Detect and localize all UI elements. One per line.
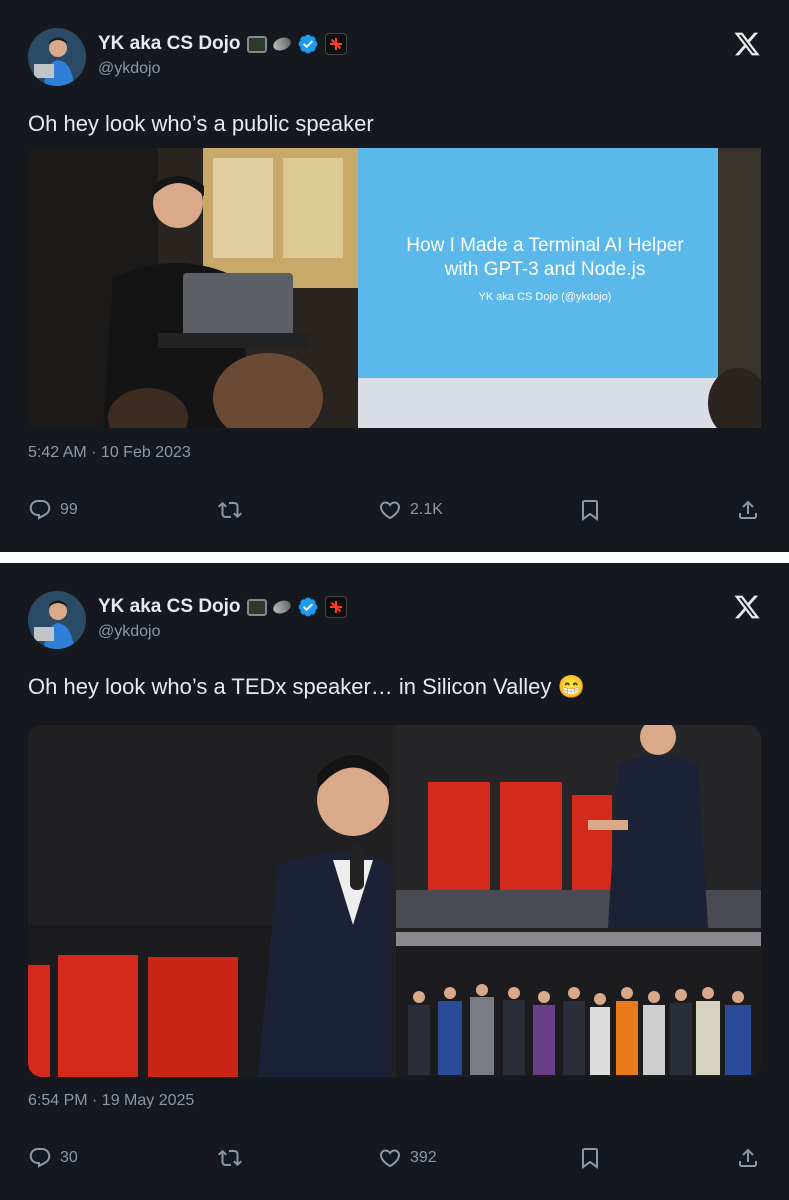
affiliate-badge-icon[interactable] bbox=[324, 596, 347, 618]
retweet-icon bbox=[218, 501, 242, 519]
photo-1[interactable] bbox=[28, 725, 392, 1077]
tweet-photo-grid bbox=[28, 725, 761, 1077]
author-name[interactable]: YK aka CS Dojo bbox=[98, 33, 241, 55]
reply-button[interactable]: 99 bbox=[28, 498, 78, 522]
like-count: 2.1K bbox=[410, 501, 443, 518]
avatar[interactable] bbox=[28, 591, 86, 649]
satellite-emoji-icon bbox=[271, 598, 293, 616]
tv-emoji-icon bbox=[246, 598, 267, 616]
reply-button[interactable]: 30 bbox=[28, 1146, 78, 1170]
tweet-timestamp[interactable]: 5:42 AM · 10 Feb 2023 bbox=[28, 444, 191, 462]
tweet-text: Oh hey look who’s a TEDx speaker… in Sil… bbox=[28, 674, 585, 699]
tweet-text: Oh hey look who’s a public speaker bbox=[28, 111, 374, 136]
tweet-actions: 30 392 bbox=[28, 1146, 761, 1176]
reply-icon bbox=[29, 1148, 51, 1168]
like-icon bbox=[379, 1149, 401, 1168]
share-icon bbox=[739, 500, 757, 519]
reply-count: 30 bbox=[60, 1149, 78, 1166]
bookmark-button[interactable] bbox=[578, 498, 602, 522]
author-handle[interactable]: @ykdojo bbox=[98, 60, 161, 78]
photo-2[interactable] bbox=[396, 725, 761, 928]
reply-count: 99 bbox=[60, 501, 78, 518]
share-icon bbox=[739, 1148, 757, 1167]
like-icon bbox=[379, 501, 401, 520]
bookmark-icon bbox=[582, 500, 598, 521]
slide-title-line2: with GPT-3 and Node.js bbox=[444, 259, 646, 280]
reply-icon bbox=[29, 500, 51, 520]
satellite-emoji-icon bbox=[271, 35, 293, 53]
photo-3[interactable] bbox=[396, 932, 761, 1077]
affiliate-badge-icon[interactable] bbox=[324, 33, 347, 55]
tweet-card: YK aka CS Dojo @ykdojo Oh hey look who’s… bbox=[0, 563, 789, 1200]
bookmark-button[interactable] bbox=[578, 1146, 602, 1170]
retweet-button[interactable] bbox=[218, 498, 242, 522]
tweet-actions: 99 2.1K bbox=[28, 498, 761, 528]
verified-badge-icon[interactable] bbox=[297, 596, 319, 618]
retweet-button[interactable] bbox=[218, 1146, 242, 1170]
x-logo-icon[interactable] bbox=[733, 30, 761, 58]
like-button[interactable]: 392 bbox=[378, 1146, 437, 1170]
share-button[interactable] bbox=[736, 498, 760, 522]
author-name[interactable]: YK aka CS Dojo bbox=[98, 596, 241, 618]
tweet-photo[interactable]: How I Made a Terminal AI Helper with GPT… bbox=[28, 148, 761, 428]
x-logo-icon[interactable] bbox=[733, 593, 761, 621]
share-button[interactable] bbox=[736, 1146, 760, 1170]
bookmark-icon bbox=[582, 1148, 598, 1169]
like-count: 392 bbox=[410, 1149, 437, 1166]
tv-emoji-icon bbox=[246, 35, 267, 53]
tweet-timestamp[interactable]: 6:54 PM · 19 May 2025 bbox=[28, 1092, 194, 1110]
retweet-icon bbox=[218, 1149, 242, 1167]
avatar[interactable] bbox=[28, 28, 86, 86]
divider bbox=[0, 552, 789, 563]
verified-badge-icon[interactable] bbox=[297, 33, 319, 55]
author-handle[interactable]: @ykdojo bbox=[98, 623, 161, 641]
tweet-card: YK aka CS Dojo @ykdojo Oh hey look who’s… bbox=[0, 0, 789, 552]
slide-author-line: YK aka CS Dojo (@ykdojo) bbox=[479, 291, 612, 303]
slide-title-line1: How I Made a Terminal AI Helper bbox=[406, 235, 684, 256]
like-button[interactable]: 2.1K bbox=[378, 498, 443, 522]
